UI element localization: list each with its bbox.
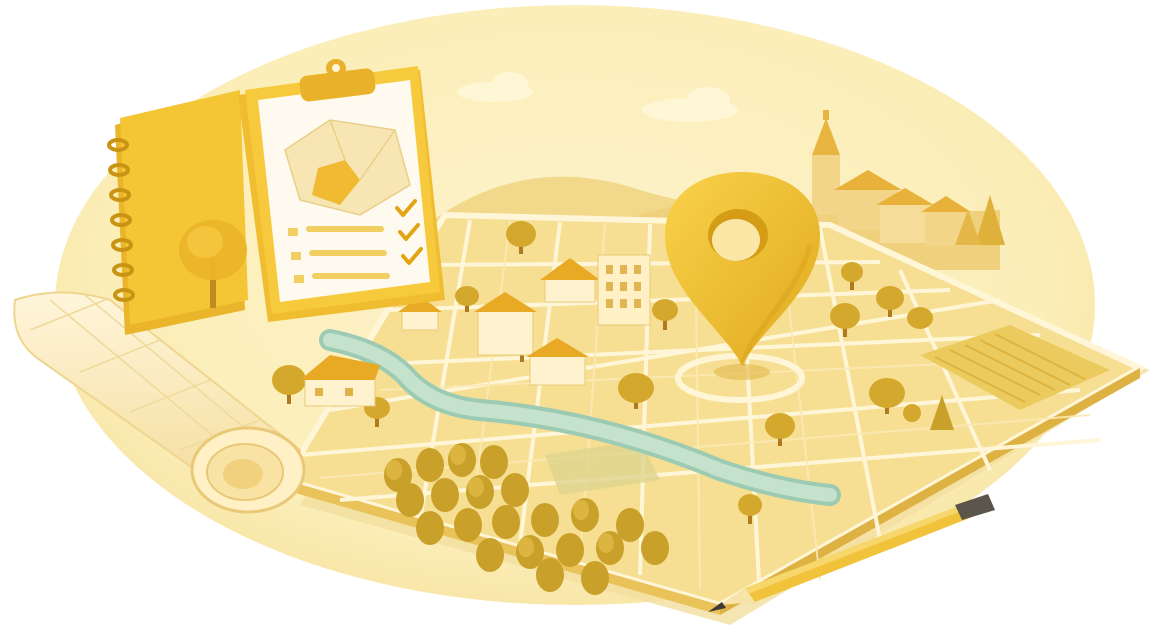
notebook [107,90,248,335]
clipboard [238,59,445,322]
illustration [0,0,1149,641]
illustration-canvas [13,5,1149,625]
